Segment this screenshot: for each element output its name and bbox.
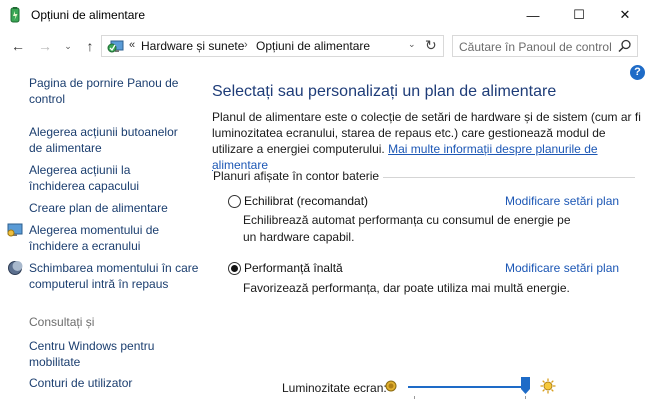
- plan-balanced-name[interactable]: Echilibrat (recomandat): [244, 194, 368, 208]
- minimize-button[interactable]: —: [510, 0, 556, 30]
- back-button[interactable]: ←: [9, 37, 27, 55]
- up-button[interactable]: ↑: [81, 37, 99, 55]
- brightness-slider-fill: [408, 386, 526, 388]
- plan-high-performance-radio[interactable]: [228, 262, 241, 275]
- arrow-right-icon: →: [38, 38, 52, 54]
- close-icon: ✕: [619, 7, 631, 22]
- group-divider: [383, 177, 635, 178]
- plan-balanced-description: Echilibrează automat performanța cu cons…: [243, 213, 571, 244]
- slider-tick: [414, 396, 415, 399]
- refresh-icon[interactable]: ↻: [425, 37, 437, 54]
- content-area: Pagina de pornire Panou de control Alege…: [0, 61, 648, 410]
- brightness-high-icon: [540, 378, 556, 394]
- address-overflow-chevron[interactable]: «: [129, 39, 135, 51]
- display-icon: [7, 223, 23, 237]
- sidebar: Pagina de pornire Panou de control Alege…: [0, 61, 200, 410]
- sidebar-item-power-buttons[interactable]: Alegerea acțiunii butoanelor de alimenta…: [29, 124, 189, 156]
- maximize-icon: ☐: [573, 7, 585, 22]
- maximize-button[interactable]: ☐: [556, 0, 602, 30]
- breadcrumb-hardware-sound[interactable]: Hardware și sunete: [141, 39, 244, 53]
- search-input[interactable]: Căutare în Panoul de control: [452, 35, 638, 57]
- recent-locations-button[interactable]: ⌄: [61, 37, 75, 55]
- search-icon[interactable]: [618, 39, 632, 53]
- sidebar-item-lid-close[interactable]: Alegerea acțiunii la închiderea capaculu…: [29, 162, 189, 194]
- page-description: Planul de alimentare este o colecție de …: [212, 109, 642, 173]
- address-bar[interactable]: « Hardware și sunete › Opțiuni de alimen…: [101, 35, 444, 57]
- sidebar-item-user-accounts[interactable]: Conturi de utilizator: [29, 375, 189, 391]
- slider-tick: [525, 396, 526, 399]
- plan-high-performance-change-settings-link[interactable]: Modificare setări plan: [505, 261, 619, 275]
- see-also-heading: Consultați și: [29, 315, 95, 329]
- chevron-down-icon: ⌄: [64, 40, 72, 51]
- title-bar: Opțiuni de alimentare — ☐ ✕: [0, 0, 648, 31]
- minimize-icon: —: [526, 7, 540, 23]
- page-title: Selectați sau personalizați un plan de a…: [212, 83, 557, 100]
- sidebar-item-create-plan[interactable]: Creare plan de alimentare: [29, 200, 199, 216]
- control-panel-icon: [107, 40, 124, 53]
- arrow-left-icon: ←: [11, 38, 25, 54]
- forward-button[interactable]: →: [36, 37, 54, 55]
- sidebar-item-display-off[interactable]: Alegerea momentului de închidere a ecran…: [29, 222, 164, 254]
- plan-balanced-radio[interactable]: [228, 195, 241, 208]
- main-panel: ? Selectați sau personalizați un plan de…: [200, 61, 648, 410]
- search-placeholder: Căutare în Panoul de control: [459, 40, 612, 54]
- battery-plug-icon: [10, 7, 20, 23]
- window-title: Opțiuni de alimentare: [31, 8, 146, 22]
- sidebar-item-control-panel-home[interactable]: Pagina de pornire Panou de control: [29, 75, 179, 107]
- close-button[interactable]: ✕: [602, 0, 648, 30]
- brightness-low-icon: [385, 380, 397, 392]
- brightness-slider-thumb[interactable]: [521, 377, 531, 394]
- address-dropdown-icon[interactable]: ⌄: [408, 39, 416, 50]
- help-icon[interactable]: ?: [630, 65, 645, 80]
- brightness-slider[interactable]: [408, 386, 528, 388]
- brightness-label: Luminozitate ecran:: [282, 381, 387, 395]
- sidebar-item-mobility-center[interactable]: Centru Windows pentru mobilitate: [29, 338, 169, 370]
- sidebar-item-sleep[interactable]: Schimbarea momentului în care computerul…: [29, 260, 199, 292]
- plans-group-label: Planuri afișate în contor baterie: [213, 169, 384, 183]
- plan-balanced-change-settings-link[interactable]: Modificare setări plan: [505, 194, 619, 208]
- plan-high-performance-name[interactable]: Performanță înaltă: [244, 261, 343, 275]
- plan-high-performance-description: Favorizează performanța, dar poate utili…: [243, 281, 570, 295]
- moon-icon: [8, 261, 23, 275]
- breadcrumb-power-options[interactable]: Opțiuni de alimentare: [256, 39, 370, 53]
- navigation-bar: ← → ⌄ ↑ « Hardware și sunete › Opțiuni d…: [0, 31, 648, 61]
- breadcrumb-separator-icon[interactable]: ›: [244, 39, 248, 51]
- arrow-up-icon: ↑: [86, 38, 94, 54]
